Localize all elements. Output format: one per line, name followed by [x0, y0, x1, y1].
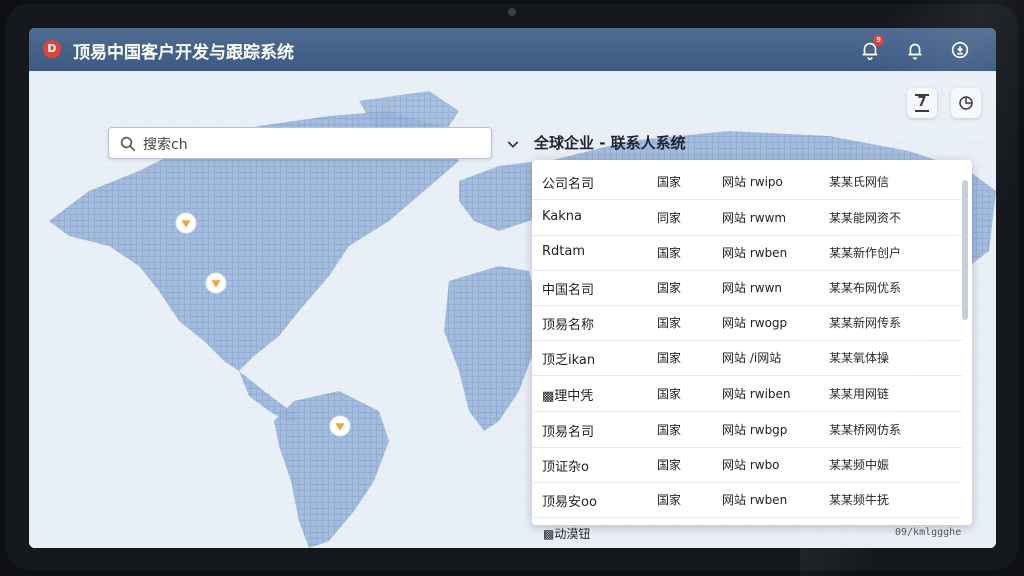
clock-download-icon[interactable]	[949, 39, 971, 61]
map-pin-icon[interactable]	[205, 272, 227, 294]
company-contact: 某某桥网仿系	[829, 423, 902, 437]
search-input[interactable]: 搜索ch	[108, 127, 492, 159]
company-website[interactable]: 网站 rwbo	[722, 456, 780, 473]
company-country: 国家	[657, 493, 682, 507]
company-name: 顶乏ikan	[542, 353, 596, 368]
company-country: 国家	[657, 387, 682, 401]
company-website[interactable]: 网站 /i网站	[722, 349, 781, 366]
table-row[interactable]: 顶证杂o 国家 网站 rwbo 某某频中娠	[532, 447, 962, 483]
company-contact: 某某频中娠	[829, 458, 890, 472]
chart-icon[interactable]	[951, 88, 981, 118]
app-screen: D 顶易中国客户开发与跟踪系统 9 7 搜索ch 全球企业 - 联系人系统 公司…	[29, 28, 996, 548]
map-layer-label: 7	[915, 94, 929, 112]
bell-glyph	[908, 43, 922, 60]
app-title: 顶易中国客户开发与跟踪系统	[73, 43, 294, 63]
camera-dot	[508, 8, 516, 16]
table-row[interactable]: 顶易安oo 国家 网站 rwben 某某频牛抚	[532, 482, 962, 518]
footer-code: 09/kmlggghe	[895, 527, 962, 538]
company-contact: 某某氧体操	[829, 351, 890, 365]
table-row[interactable]: ▩理中凭 国家 网站 rwiben 某某用网链	[532, 376, 962, 412]
company-name: 顶易安oo	[542, 495, 597, 510]
company-contact: 某某氏网信	[829, 175, 890, 189]
company-contact: 某某布网优系	[829, 281, 902, 295]
company-website[interactable]: 网站 rwbgp	[722, 421, 787, 438]
company-website[interactable]: 网站 rwben	[722, 491, 787, 508]
company-name: Kakna	[542, 209, 582, 224]
company-contact: 某某新网传系	[829, 316, 902, 330]
company-country: 国家	[657, 175, 682, 189]
company-country: 国家	[657, 246, 682, 260]
table-row[interactable]: 顶易名称 国家 网站 rwogp 某某新网传系	[532, 305, 962, 341]
notification-bell-icon[interactable]: 9	[859, 35, 884, 61]
clock-download-glyph	[951, 41, 969, 59]
map-pin-glyph	[205, 272, 227, 294]
company-country: 国家	[657, 281, 682, 295]
company-website[interactable]: 网站 rwwm	[722, 209, 786, 226]
chart-glyph	[959, 96, 973, 110]
company-name: 顶证杂o	[542, 460, 589, 475]
company-contact: 某某用网链	[829, 387, 890, 401]
company-name: ▩理中凭	[542, 389, 594, 404]
table-row[interactable]: 中国名司 国家 网站 rwwn 某某布网优系	[532, 270, 962, 306]
company-name: 顶易名称	[542, 318, 595, 333]
app-logo-icon: D	[43, 40, 61, 58]
map-pin-glyph	[175, 212, 197, 234]
company-name: 顶易名司	[542, 425, 595, 440]
company-contact: 某某新作创户	[829, 246, 902, 260]
map-pin-icon[interactable]	[175, 212, 197, 234]
table-row[interactable]: 顶乏ikan 国家 网站 /i网站 某某氧体操	[532, 340, 962, 376]
bell-icon[interactable]	[904, 39, 926, 61]
search-icon	[120, 136, 136, 152]
company-country: 同家	[657, 211, 682, 225]
company-contact: 某某能网资不	[829, 211, 902, 225]
company-list-panel: 公司名司 国家 网站 rwipo 某某氏网信 Kakna 同家 网站 rwwm …	[532, 160, 972, 525]
company-website[interactable]: 网站 rwben	[722, 244, 787, 261]
app-header: D 顶易中国客户开发与跟踪系统 9	[29, 28, 996, 71]
notification-count-badge: 9	[873, 35, 884, 46]
map-pin-icon[interactable]	[329, 415, 351, 437]
table-row[interactable]: Kakna 同家 网站 rwwm 某某能网资不	[532, 200, 962, 236]
chevron-down-glyph	[507, 141, 519, 148]
company-country: 国家	[657, 458, 682, 472]
map-pin-glyph	[329, 415, 351, 437]
footer-status[interactable]: ▩动漠钮	[543, 525, 590, 542]
chevron-down-icon[interactable]	[505, 136, 521, 152]
search-input-value: 搜索ch	[143, 137, 188, 153]
company-website[interactable]: 网站 rwiben	[722, 385, 791, 402]
dropdown-title[interactable]: 全球企业 - 联系人系统	[534, 132, 686, 153]
company-website[interactable]: 网站 rwogp	[722, 314, 787, 331]
company-website[interactable]: 网站 rwipo	[722, 173, 783, 190]
company-name: 公司名司	[542, 177, 595, 192]
company-contact: 某某频牛抚	[829, 493, 890, 507]
table-row[interactable]: 公司名司 国家 网站 rwipo 某某氏网信	[532, 164, 962, 200]
company-country: 国家	[657, 423, 682, 437]
company-country: 国家	[657, 351, 682, 365]
company-name: Rdtam	[542, 244, 586, 259]
table-row[interactable]: 顶易名司 国家 网站 rwbgp 某某桥网仿系	[532, 412, 962, 448]
list-scrollbar[interactable]	[962, 180, 968, 320]
map-layer-button[interactable]: 7	[907, 88, 937, 118]
company-country: 国家	[657, 316, 682, 330]
company-website[interactable]: 网站 rwwn	[722, 279, 782, 296]
table-row[interactable]: Rdtam 国家 网站 rwben 某某新作创户	[532, 235, 962, 271]
company-name: 中国名司	[542, 283, 595, 298]
